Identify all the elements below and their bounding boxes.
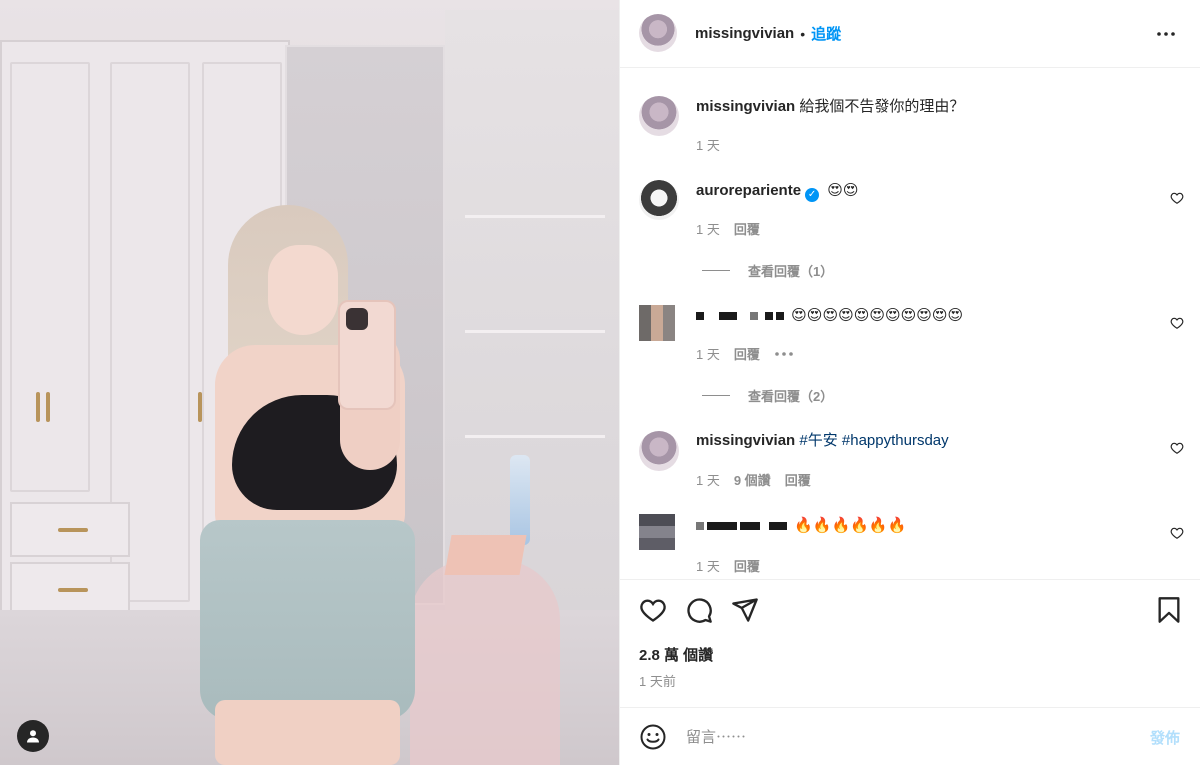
comment-item: 🔥🔥🔥🔥🔥🔥 1 天 回覆 — [620, 514, 1200, 574]
post-comment-button[interactable]: 發佈 — [1150, 727, 1180, 748]
verified-badge-icon: ✓ — [805, 188, 820, 202]
comment-time[interactable]: 1 天 — [696, 344, 720, 363]
hashtag-link[interactable]: #happythursday — [842, 432, 949, 449]
comment-bubble-icon[interactable] — [685, 596, 713, 624]
comment-text: 😍😍😍😍😍😍😍😍😍😍😍 — [791, 307, 964, 324]
redacted-username — [696, 517, 794, 534]
person-face — [268, 245, 338, 335]
like-comment-heart-icon[interactable] — [1170, 441, 1184, 455]
save-bookmark-icon[interactable] — [1155, 596, 1183, 624]
author-username[interactable]: missingvivian — [695, 25, 794, 42]
reply-button[interactable]: 回覆 — [734, 219, 760, 238]
follow-button[interactable]: 追蹤 — [811, 23, 841, 44]
comment-item: missingvivian #午安 #happythursday 1 天 9 個… — [620, 431, 1200, 511]
door-handle — [36, 392, 40, 422]
emoji-smiley-icon[interactable] — [640, 724, 666, 750]
comment-text: 😍😍 — [827, 182, 859, 199]
door-handle — [198, 392, 202, 422]
glass-cabinet — [445, 10, 619, 610]
post-actions: 2.8 萬 個讚 1 天前 — [620, 579, 1200, 707]
comment-time[interactable]: 1 天 — [696, 219, 720, 238]
person-legs — [215, 700, 400, 765]
divider-line — [702, 395, 730, 396]
avatar[interactable] — [639, 14, 677, 52]
caption-text: 給我個不告發你的理由？ — [799, 98, 965, 115]
reply-button[interactable]: 回覆 — [785, 470, 811, 489]
comment-options-icon[interactable] — [774, 351, 794, 357]
like-comment-heart-icon[interactable] — [1170, 526, 1184, 540]
shelf — [465, 435, 605, 438]
shelf — [465, 215, 605, 218]
smartphone — [338, 300, 396, 410]
view-replies-label: 查看回覆（2） — [748, 389, 834, 404]
user-icon — [27, 730, 39, 743]
comment-username[interactable]: aurorepariente — [696, 182, 801, 199]
like-comment-heart-icon[interactable] — [1170, 316, 1184, 330]
view-replies-label: 查看回覆（1） — [748, 264, 834, 279]
comment-text: 🔥🔥🔥🔥🔥🔥 — [794, 517, 907, 534]
redacted-username — [696, 307, 791, 324]
avatar[interactable] — [639, 96, 679, 136]
comment-likes[interactable]: 9 個讚 — [734, 470, 771, 489]
like-count[interactable]: 2.8 萬 個讚 — [639, 644, 713, 665]
shelf — [465, 330, 605, 333]
divider-line — [702, 270, 730, 271]
chair — [410, 560, 560, 765]
post-header: missingvivian • 追蹤 — [620, 0, 1200, 68]
comment-item: aurorepariente ✓ 😍😍 1 天 回覆 — [620, 180, 1200, 260]
comment-time[interactable]: 1 天 — [696, 135, 720, 154]
like-heart-icon[interactable] — [639, 596, 667, 624]
avatar[interactable] — [639, 514, 675, 550]
post-photo — [0, 0, 619, 765]
door-handle — [46, 392, 50, 422]
view-replies-button[interactable]: 查看回覆（2） — [702, 386, 833, 405]
wardrobe-door — [10, 62, 90, 492]
water-bottle — [510, 455, 530, 545]
avatar[interactable] — [639, 305, 675, 341]
comment-composer: 發佈 — [620, 707, 1200, 765]
reply-button[interactable]: 回覆 — [734, 344, 760, 363]
comment-input[interactable] — [684, 722, 1128, 752]
camera-module — [346, 308, 368, 330]
post-timestamp[interactable]: 1 天前 — [639, 671, 676, 690]
separator-dot: • — [800, 25, 806, 42]
comment-username[interactable]: missingvivian — [696, 432, 795, 449]
share-paper-plane-icon[interactable] — [731, 596, 759, 624]
reply-button[interactable]: 回覆 — [734, 556, 760, 574]
avatar[interactable] — [639, 180, 679, 220]
hashtag-link[interactable]: #午安 — [799, 432, 837, 449]
drawer — [10, 562, 130, 617]
comment-item: 😍😍😍😍😍😍😍😍😍😍😍 1 天 回覆 — [620, 305, 1200, 385]
like-comment-heart-icon[interactable] — [1170, 191, 1184, 205]
person-shorts — [200, 520, 415, 720]
notebook — [444, 535, 527, 575]
caption: missingvivian 給我個不告發你的理由？ 1 天 — [620, 96, 1200, 176]
comment-time[interactable]: 1 天 — [696, 556, 720, 574]
avatar[interactable] — [639, 431, 679, 471]
view-replies-button[interactable]: 查看回覆（1） — [702, 261, 833, 280]
post-sidebar: missingvivian • 追蹤 missingvivian 給我個不告發你… — [619, 0, 1200, 765]
drawer — [10, 502, 130, 557]
tagged-users-button[interactable] — [17, 720, 49, 752]
comment-username[interactable]: missingvivian — [696, 98, 795, 115]
more-horizontal-icon[interactable] — [1154, 22, 1178, 46]
comment-time[interactable]: 1 天 — [696, 470, 720, 489]
